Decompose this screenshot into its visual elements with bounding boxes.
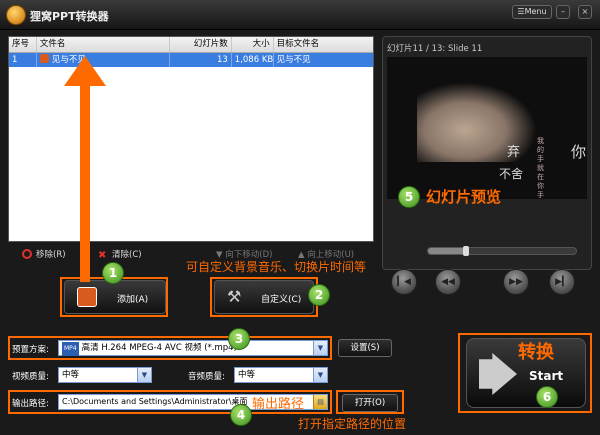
preview-slider[interactable]: [427, 246, 577, 256]
slide-preview: 你 弃 不舍 我的手就在你手里: [387, 57, 587, 199]
settings-button[interactable]: 设置(S): [338, 339, 392, 357]
minimize-button[interactable]: –: [556, 5, 570, 19]
column-header-size[interactable]: 大小: [232, 37, 274, 52]
previous-slide-button[interactable]: ◀◀: [435, 269, 461, 295]
first-slide-button[interactable]: ▎◀: [391, 269, 417, 295]
skip-forward-icon: ▶▎: [555, 277, 569, 287]
clear-label: 清除(C): [112, 250, 142, 260]
slide-text-4: 我的手就在你手里: [537, 137, 544, 199]
annotation-box-custom: [210, 277, 318, 317]
audio-quality-select[interactable]: 中等 ▼: [234, 367, 328, 383]
row-size: 1,086 KB: [232, 53, 274, 67]
audio-quality-value: 中等: [238, 370, 256, 380]
file-list-header: 序号 文件名 幻灯片数 大小 目标文件名: [9, 37, 373, 53]
slide-text-2: 弃: [507, 145, 521, 160]
annotation-convert-hint: 转换: [518, 342, 554, 363]
rewind-icon: ◀◀: [441, 277, 455, 287]
row-slides: 13: [170, 53, 232, 67]
remove-button[interactable]: 移除(R): [22, 248, 66, 260]
column-header-index[interactable]: 序号: [9, 37, 37, 52]
app-title: 狸窝PPT转换器: [30, 10, 109, 23]
last-slide-button[interactable]: ▶▎: [549, 269, 575, 295]
annotation-arrow-shaft: [80, 82, 90, 282]
annotation-preview-hint: 幻灯片预览: [426, 188, 502, 206]
menu-label: Menu: [524, 7, 547, 16]
column-header-filename[interactable]: 文件名: [37, 37, 171, 52]
fast-forward-icon: ▶▶: [509, 277, 523, 287]
close-button[interactable]: ×: [578, 5, 592, 19]
slide-text-3: 不舍: [499, 167, 524, 181]
file-list[interactable]: 序号 文件名 幻灯片数 大小 目标文件名 1 见与不见 13 1,086 KB …: [8, 36, 374, 242]
preview-header: 幻灯片11 / 13: Slide 11: [387, 44, 483, 54]
remove-label: 移除(R): [36, 250, 66, 260]
row-index: 1: [9, 53, 37, 67]
slider-knob[interactable]: [463, 246, 470, 256]
audio-quality-label: 音频质量:: [188, 372, 225, 382]
column-header-target[interactable]: 目标文件名: [274, 37, 373, 52]
clear-icon: ✖: [98, 250, 107, 261]
clear-button[interactable]: ✖ 清除(C): [98, 248, 142, 261]
video-quality-label: 视频质量:: [12, 372, 49, 382]
video-quality-select[interactable]: 中等 ▼: [58, 367, 152, 383]
annotation-arrow-head: [64, 56, 106, 86]
skip-back-icon: ▎◀: [397, 277, 411, 287]
step-badge-3: 3: [228, 328, 250, 350]
menu-icon: ☰: [517, 7, 525, 16]
slide-text-1: 你: [571, 143, 587, 161]
step-badge-4: 4: [230, 404, 252, 426]
annotation-box-open: [336, 390, 404, 414]
menu-button[interactable]: ☰Menu: [512, 5, 552, 19]
step-badge-6: 6: [536, 386, 558, 408]
next-slide-button[interactable]: ▶▶: [503, 269, 529, 295]
row-target: 见与不见: [276, 55, 311, 65]
remove-icon: [22, 249, 32, 259]
step-badge-5: 5: [398, 186, 420, 208]
chevron-down-icon: ▼: [313, 368, 327, 382]
slider-fill: [428, 248, 467, 254]
ppt-file-icon: [39, 54, 49, 63]
annotation-output-hint: 输出路径: [252, 397, 305, 412]
column-header-slides[interactable]: 幻灯片数: [170, 37, 232, 52]
video-quality-value: 中等: [62, 370, 80, 380]
annotation-open-hint: 打开指定路径的位置: [298, 417, 407, 431]
chevron-down-icon: ▼: [137, 368, 151, 382]
step-badge-2: 2: [308, 284, 330, 306]
app-logo-icon: [6, 5, 26, 25]
step-badge-1: 1: [102, 262, 124, 284]
annotation-box-preset: [8, 336, 332, 360]
preview-panel: 幻灯片11 / 13: Slide 11 你 弃 不舍 我的手就在你手里 ▎◀ …: [382, 36, 592, 295]
annotation-custom-hint: 可自定义背景音乐、切换片时间等: [186, 260, 367, 274]
